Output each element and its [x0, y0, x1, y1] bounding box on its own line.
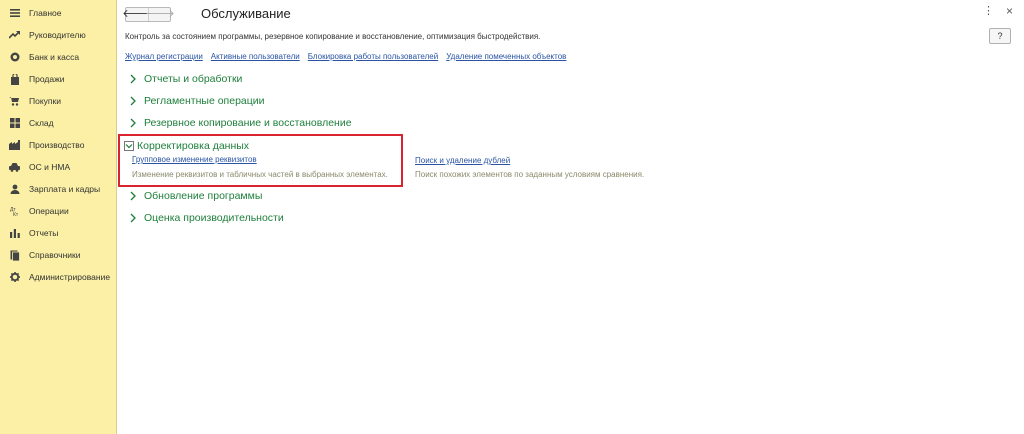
sidebar-item-salary[interactable]: Зарплата и кадры [0, 178, 117, 200]
quick-links: Журнал регистрации Активные пользователи… [125, 52, 566, 61]
help-button[interactable]: ? [989, 28, 1011, 44]
books-icon [9, 250, 20, 261]
sidebar-item-label: Операции [29, 206, 69, 216]
sidebar-item-label: Продажи [29, 74, 65, 84]
sidebar-item-label: Банк и касса [29, 52, 80, 62]
sidebar-item-label: Покупки [29, 96, 61, 106]
section-title: Корректировка данных [137, 140, 250, 152]
operations-icon: Дт Кт [9, 206, 20, 217]
section-performance[interactable]: Оценка производительности [128, 212, 284, 224]
page-description: Контроль за состоянием программы, резерв… [125, 32, 541, 41]
sidebar-item-main[interactable]: Главное [0, 2, 117, 24]
sidebar-item-label: ОС и НМА [29, 162, 71, 172]
bar-chart-icon [9, 228, 20, 239]
section-data-correction[interactable]: Корректировка данных [124, 140, 249, 152]
chevron-right-icon [130, 213, 136, 223]
section-title: Резервное копирование и восстановление [144, 117, 352, 129]
close-icon[interactable]: × [1006, 5, 1013, 17]
sidebar-item-administration[interactable]: Администрирование [0, 266, 117, 288]
section-title: Регламентные операции [144, 95, 265, 107]
sidebar-item-production[interactable]: Производство [0, 134, 117, 156]
sidebar-item-operations[interactable]: Дт Кт Операции [0, 200, 117, 222]
sidebar-item-label: Руководителю [29, 30, 86, 40]
find-duplicates-description: Поиск похожих элементов по заданным усло… [415, 170, 645, 179]
people-icon [9, 184, 20, 195]
sidebar-item-label: Администрирование [29, 272, 111, 282]
chevron-right-icon [130, 74, 136, 84]
sidebar-item-manager[interactable]: Руководителю [0, 24, 117, 46]
coins-icon [9, 52, 20, 63]
sidebar-item-label: Зарплата и кадры [29, 184, 101, 194]
sidebar-item-label: Справочники [29, 250, 81, 260]
section-reports[interactable]: Отчеты и обработки [128, 73, 242, 85]
link-find-duplicates[interactable]: Поиск и удаление дублей [415, 156, 510, 165]
section-title: Оценка производительности [144, 212, 284, 224]
chevron-down-icon [124, 141, 134, 151]
link-active-users[interactable]: Активные пользователи [211, 52, 300, 61]
factory-icon [9, 140, 20, 151]
link-delete-marked[interactable]: Удаление помеченных объектов [446, 52, 566, 61]
history-nav: 🡐 🡒 [122, 7, 175, 22]
sidebar-item-bank[interactable]: Банк и касса [0, 46, 117, 68]
car-icon [9, 162, 20, 173]
sidebar-item-label: Производство [29, 140, 85, 150]
bag-icon [9, 73, 20, 85]
link-group-change-attributes[interactable]: Групповое изменение реквизитов [132, 155, 257, 164]
sidebar-item-label: Отчеты [29, 228, 59, 238]
section-update[interactable]: Обновление программы [128, 190, 262, 202]
chevron-right-icon [130, 191, 136, 201]
link-block-users[interactable]: Блокировка работы пользователей [308, 52, 438, 61]
sidebar-item-label: Склад [29, 118, 54, 128]
sidebar-item-sales[interactable]: Продажи [0, 68, 117, 90]
sidebar-item-label: Главное [29, 8, 62, 18]
svg-text:Кт: Кт [13, 212, 19, 216]
cart-icon [9, 96, 20, 107]
sidebar-item-warehouse[interactable]: Склад [0, 112, 117, 134]
page-title: Обслуживание [201, 6, 291, 21]
menu-icon [9, 8, 20, 19]
sidebar-item-purchases[interactable]: Покупки [0, 90, 117, 112]
trend-icon [9, 30, 20, 41]
gear-icon [9, 272, 20, 283]
chevron-right-icon [130, 118, 136, 128]
section-scheduled[interactable]: Регламентные операции [128, 95, 265, 107]
section-title: Отчеты и обработки [144, 73, 243, 85]
sidebar-item-directories[interactable]: Справочники [0, 244, 117, 266]
link-event-log[interactable]: Журнал регистрации [125, 52, 203, 61]
sidebar: Главное Руководителю Банк и касса Продаж… [0, 0, 117, 434]
sidebar-item-assets[interactable]: ОС и НМА [0, 156, 117, 178]
chevron-right-icon [130, 96, 136, 106]
sidebar-item-reports[interactable]: Отчеты [0, 222, 117, 244]
group-change-description: Изменение реквизитов и табличных частей … [132, 170, 388, 179]
section-backup[interactable]: Резервное копирование и восстановление [128, 117, 352, 129]
section-title: Обновление программы [144, 190, 263, 202]
forward-button[interactable]: 🡒 [145, 8, 175, 21]
main-panel: 🡐 🡒 Обслуживание ⋮ × ? Контроль за состо… [118, 0, 1024, 434]
warehouse-icon [9, 118, 20, 129]
more-menu-icon[interactable]: ⋮ [983, 6, 994, 17]
